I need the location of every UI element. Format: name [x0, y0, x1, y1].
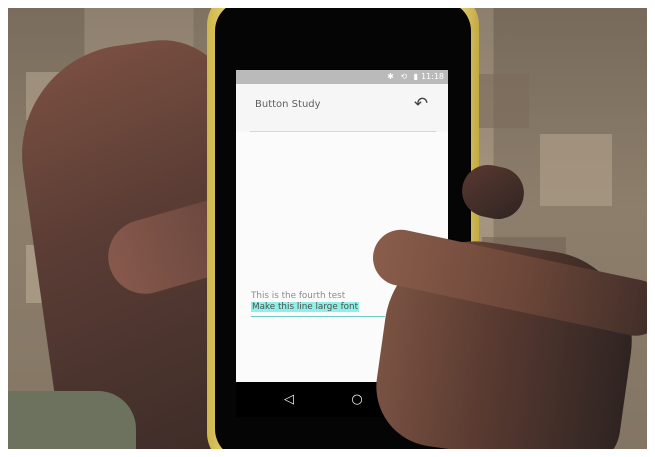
undo-button[interactable]: ↶	[412, 95, 430, 113]
home-button[interactable]: ○	[349, 392, 365, 408]
undo-icon: ↶	[413, 94, 429, 114]
status-bar: ✱ ⟲ ▮ 11:18	[236, 70, 448, 84]
floor-tile	[540, 134, 612, 206]
home-icon: ○	[351, 392, 363, 407]
back-icon: ◁	[284, 392, 294, 407]
back-button[interactable]: ◁	[281, 392, 297, 408]
photo-frame: ✱ ⟲ ▮ 11:18 Button Study ↶ This is the f…	[8, 8, 647, 449]
selected-text-line[interactable]: Make this line large font	[251, 302, 360, 312]
app-bar: Button Study ↶	[236, 84, 448, 132]
text-selection-underline	[251, 316, 385, 317]
status-time: 11:18	[420, 72, 444, 81]
sleeve	[8, 391, 136, 449]
app-title: Button Study	[255, 99, 321, 110]
test-text-line: This is the fourth test	[251, 291, 346, 301]
status-icons: ✱ ⟲ ▮	[387, 72, 420, 81]
